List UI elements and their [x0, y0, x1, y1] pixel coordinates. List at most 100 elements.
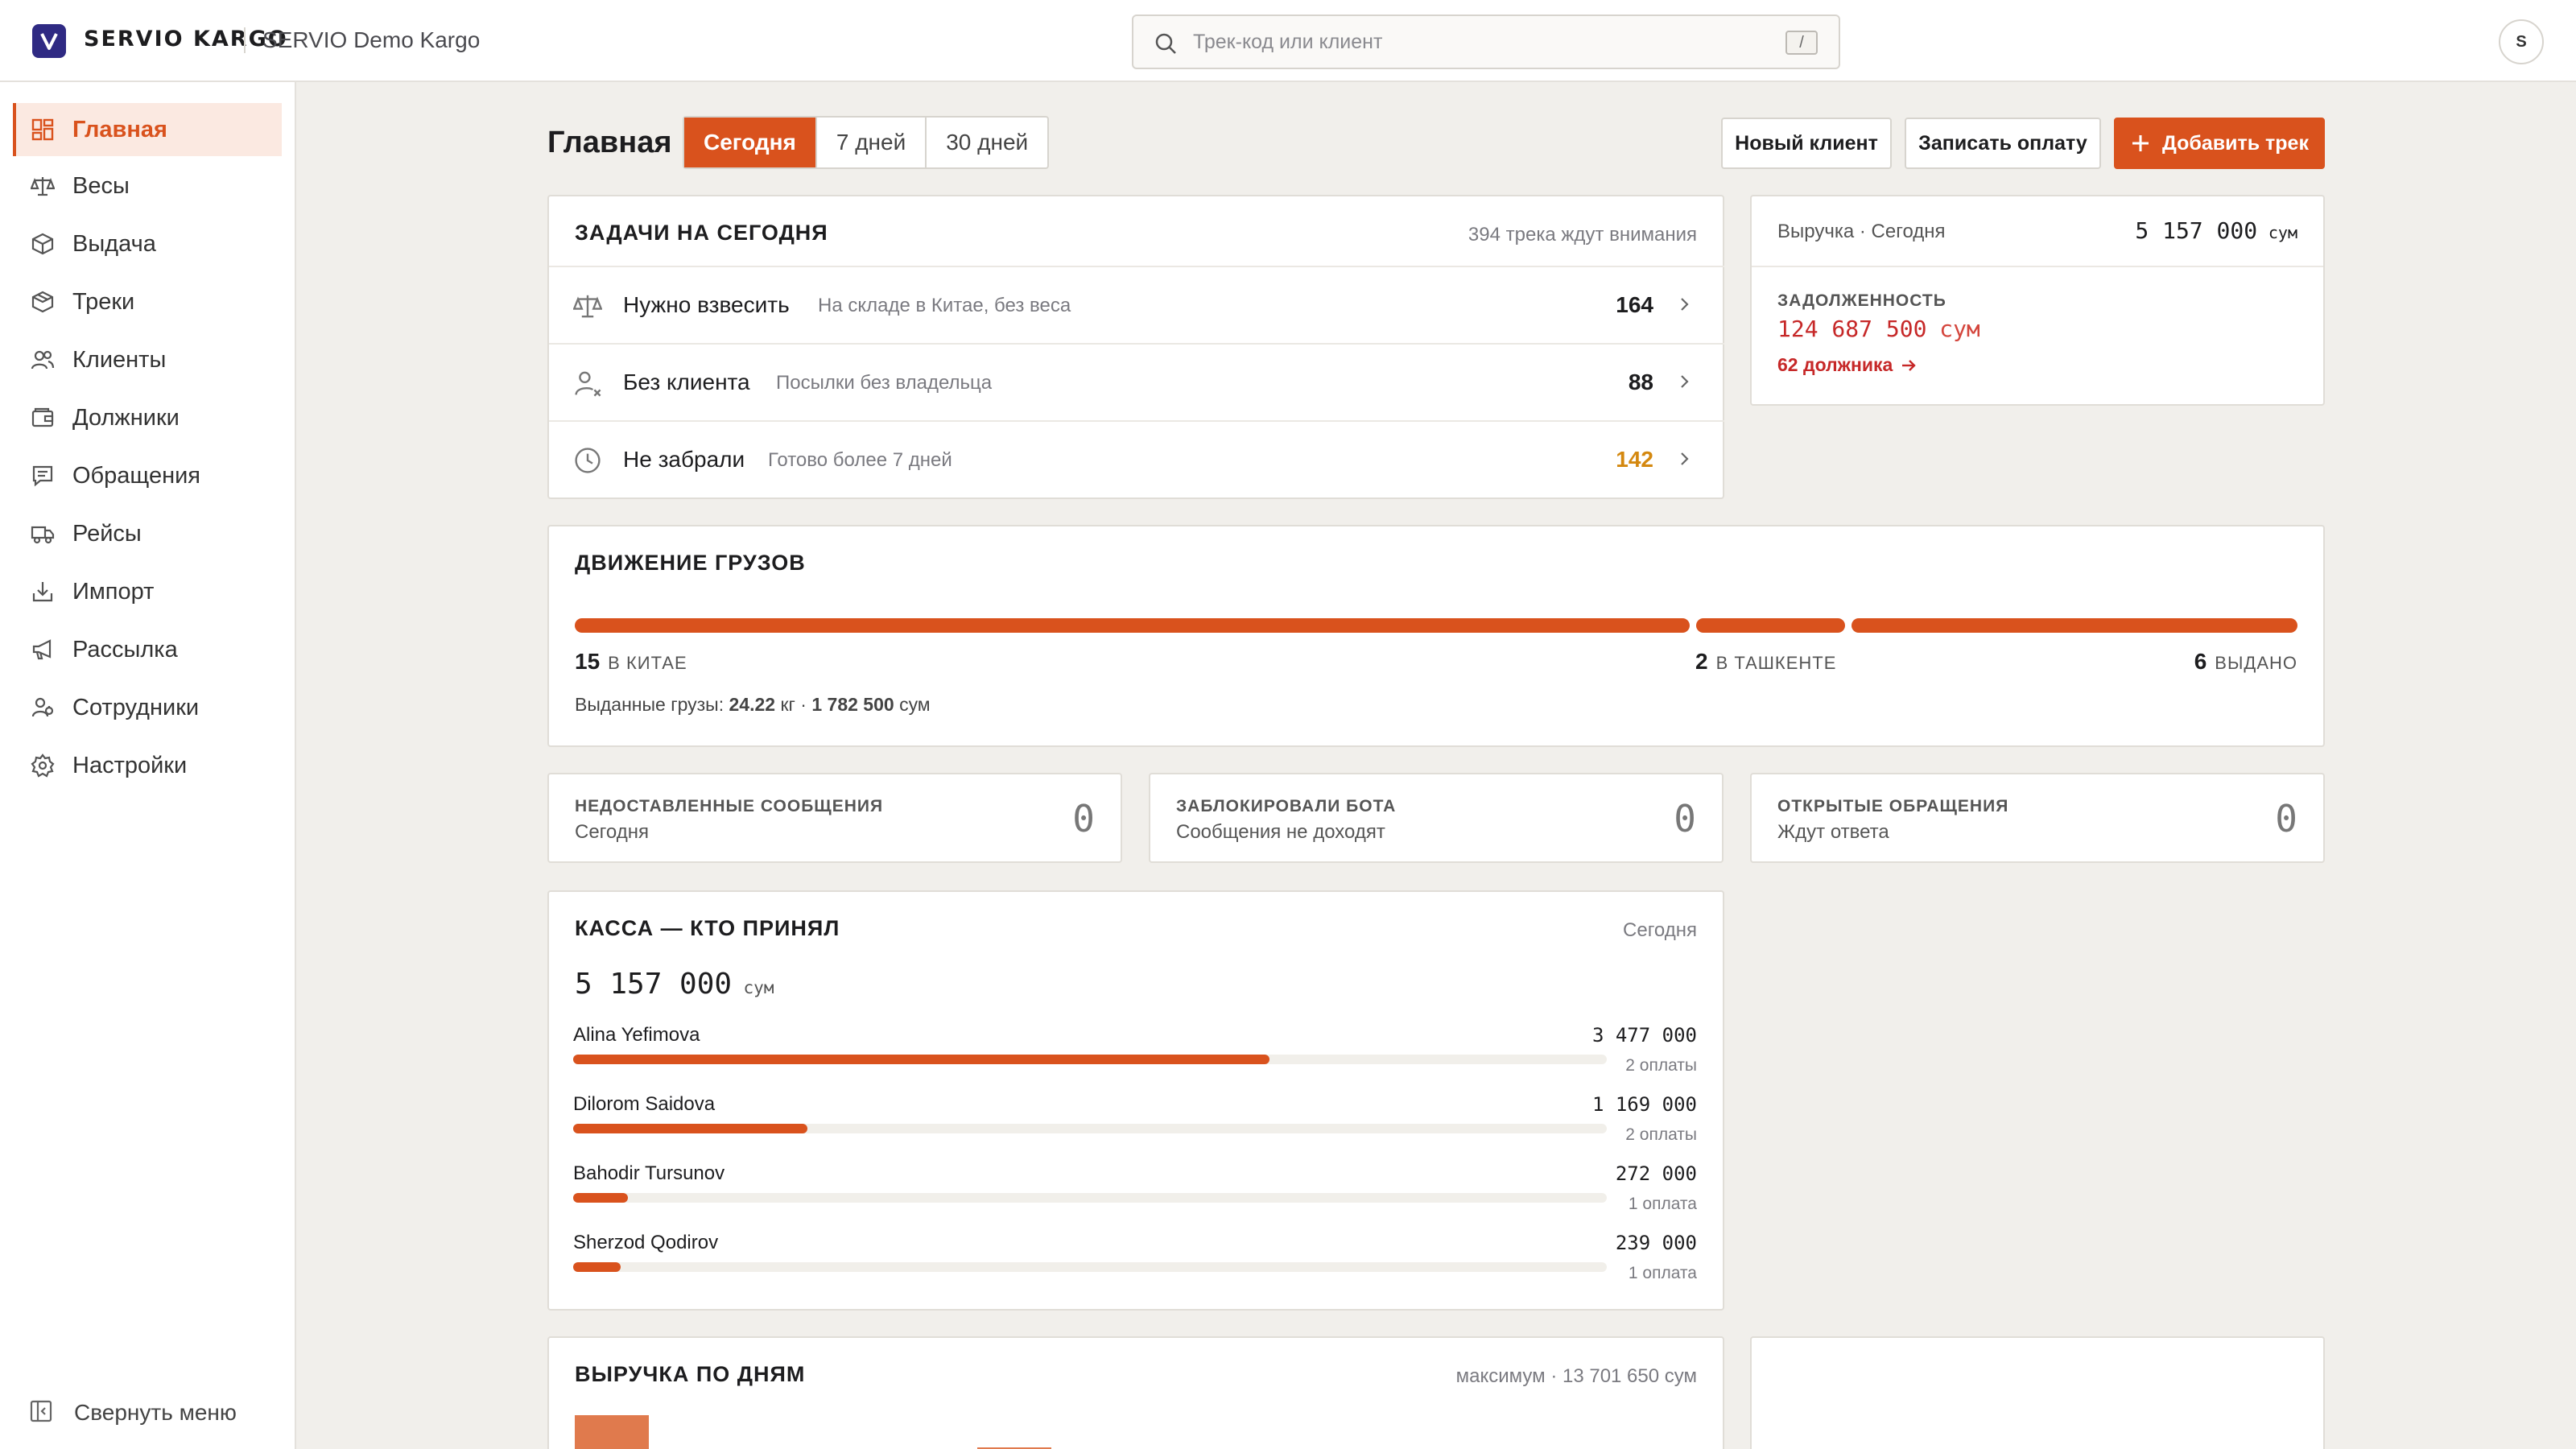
task-count: 164 [1616, 292, 1653, 317]
sidebar-item-label: Сотрудники [72, 694, 200, 720]
daily-revenue-bar [575, 1415, 649, 1449]
cashier-name: Dilorom Saidova [573, 1093, 716, 1115]
cashier-share-track [573, 1193, 1607, 1203]
daily-revenue-card: ВЫРУЧКА ПО ДНЯМ максимум · 13 701 650 су… [547, 1336, 1724, 1449]
stat-label: ЗАБЛОКИРОВАЛИ БОТА [1176, 797, 1397, 815]
gear-icon [29, 752, 56, 779]
sidebar-item-home[interactable]: Главная [13, 103, 282, 156]
wallet-icon [29, 404, 56, 431]
sidebar-item-label: Клиенты [72, 346, 167, 373]
cash-total-value: 5 157 000 [575, 968, 733, 1001]
period-30-days-tab[interactable]: 30 дней [927, 118, 1047, 167]
record-payment-button[interactable]: Записать оплату [1905, 118, 2101, 169]
tasks-card: ЗАДАЧИ НА СЕГОДНЯ 394 трека ждут внимани… [547, 195, 1724, 499]
chevron-right-icon [1681, 298, 1689, 311]
cashier-amount: 3 477 000 [1591, 1024, 1697, 1046]
cash-row: Alina Yefimova 3 477 000 2 оплаты [573, 1024, 1697, 1093]
cashier-share-fill [573, 1055, 1269, 1064]
sidebar-item-staff[interactable]: Сотрудники [13, 681, 282, 734]
top-bar: SERVIO KARGO SERVIO Demo Kargo / S [0, 0, 2576, 82]
revenue-value: 5 157 000 [2135, 217, 2258, 244]
sidebar-item-label: Весы [72, 172, 130, 199]
cargo-flow-segment [575, 618, 1690, 633]
task-description: Готово более 7 дней [768, 449, 952, 471]
sidebar-item-label: Главная [72, 116, 167, 142]
package-icon [29, 288, 56, 316]
cargo-flow-segment [1696, 618, 1845, 633]
collapse-menu-button[interactable]: Свернуть меню [13, 1386, 282, 1439]
cashier-amount: 1 169 000 [1591, 1093, 1697, 1116]
sidebar-item-issue[interactable]: Выдача [13, 217, 282, 270]
flow-status: ВЫДАНО [2215, 653, 2297, 673]
cashier-name: Sherzod Qodirov [573, 1232, 719, 1253]
cash-row: Dilorom Saidova 1 169 000 2 оплаты [573, 1093, 1697, 1162]
cashier-share-fill [573, 1193, 628, 1203]
user-x-icon [575, 371, 601, 397]
search-input[interactable] [1193, 27, 1740, 56]
box-icon [29, 230, 56, 258]
stat-label: НЕДОСТАВЛЕННЫЕ СООБЩЕНИЯ [575, 797, 884, 815]
stat-card-blocked-bot[interactable]: ЗАБЛОКИРОВАЛИ БОТА Сообщения не доходят … [1149, 773, 1724, 863]
period-switcher: Сегодня 7 дней 30 дней [683, 116, 1050, 169]
stat-value: 0 [1072, 797, 1095, 840]
logo[interactable] [32, 24, 66, 58]
sidebar-item-requests[interactable]: Обращения [13, 449, 282, 502]
period-7-days-tab[interactable]: 7 дней [817, 118, 927, 167]
stat-card-open-requests[interactable]: ОТКРЫТЫЕ ОБРАЩЕНИЯ Ждут ответа 0 [1750, 773, 2325, 863]
search-box[interactable]: / [1132, 14, 1840, 69]
page-title: Главная [547, 126, 672, 159]
sidebar-item-settings[interactable]: Настройки [13, 739, 282, 792]
sidebar-item-label: Треки [72, 288, 135, 315]
stat-sub: Сегодня [575, 821, 649, 843]
brand-name: SERVIO KARGO [84, 27, 288, 52]
sidebar-item-clients[interactable]: Клиенты [13, 333, 282, 386]
task-row-not-picked[interactable]: Не забрали Готово более 7 дней 142 [549, 420, 1724, 497]
new-client-button[interactable]: Новый клиент [1721, 118, 1892, 169]
user-avatar[interactable]: S [2499, 19, 2544, 64]
debtors-link[interactable]: 62 должника [1777, 354, 1918, 376]
sidebar-item-import[interactable]: Импорт [13, 565, 282, 618]
sidebar-item-scales[interactable]: Весы [13, 159, 282, 213]
add-track-button[interactable]: Добавить трек [2114, 118, 2325, 169]
sidebar-item-label: Рейсы [72, 520, 142, 547]
issued-cargo-summary: Выданные грузы: 24.22 кг · 1 782 500 сум [575, 694, 931, 716]
sidebar-item-label: Выдача [72, 230, 156, 257]
cashier-payment-count: 2 оплаты [1625, 1125, 1697, 1144]
stat-card-undelivered[interactable]: НЕДОСТАВЛЕННЫЕ СООБЩЕНИЯ Сегодня 0 [547, 773, 1122, 863]
sidebar-item-tracks[interactable]: Треки [13, 275, 282, 328]
cashier-name: Bahodir Tursunov [573, 1162, 725, 1184]
cash-total-currency: сум [743, 978, 774, 997]
period-today-tab[interactable]: Сегодня [684, 118, 817, 167]
flow-count: 2 [1695, 649, 1708, 674]
plus-icon [2132, 135, 2149, 151]
task-label: Нужно взвесить [623, 292, 790, 317]
revenue-label: Выручка · Сегодня [1777, 221, 1946, 242]
sidebar-item-debtors[interactable]: Должники [13, 391, 282, 444]
megaphone-icon [29, 636, 56, 663]
task-row-no-client[interactable]: Без клиента Посылки без владельца 88 [549, 343, 1724, 420]
brand-divider [244, 27, 246, 53]
clock-icon [575, 448, 601, 473]
cashier-share-track [573, 1055, 1607, 1064]
revenue-currency: сум [2268, 223, 2297, 242]
cash-row: Sherzod Qodirov 239 000 1 оплата [573, 1232, 1697, 1301]
task-row-weigh[interactable]: Нужно взвесить На складе в Китае, без ве… [549, 266, 1724, 343]
message-icon [29, 462, 56, 489]
search-icon [1155, 33, 1176, 54]
search-shortcut-key: / [1785, 31, 1818, 55]
issued-weight: 24.22 [729, 694, 776, 715]
summary-separator: · [800, 694, 807, 715]
cashier-share-fill [573, 1262, 621, 1272]
cash-period: Сегодня [1623, 919, 1697, 941]
task-count: 142 [1616, 447, 1653, 472]
sidebar-item-label: Обращения [72, 462, 201, 489]
debt-label: ЗАДОЛЖЕННОСТЬ [1777, 291, 1946, 310]
arrow-right-icon [1902, 359, 1917, 371]
issued-prefix: Выданные грузы: [575, 694, 724, 715]
sidebar-item-flights[interactable]: Рейсы [13, 507, 282, 560]
scale-icon [573, 295, 602, 318]
organization-name: SERVIO Demo Kargo [262, 27, 481, 52]
sidebar-item-broadcast[interactable]: Рассылка [13, 623, 282, 676]
flow-status: В КИТАЕ [608, 653, 687, 673]
cashier-share-track [573, 1262, 1607, 1272]
